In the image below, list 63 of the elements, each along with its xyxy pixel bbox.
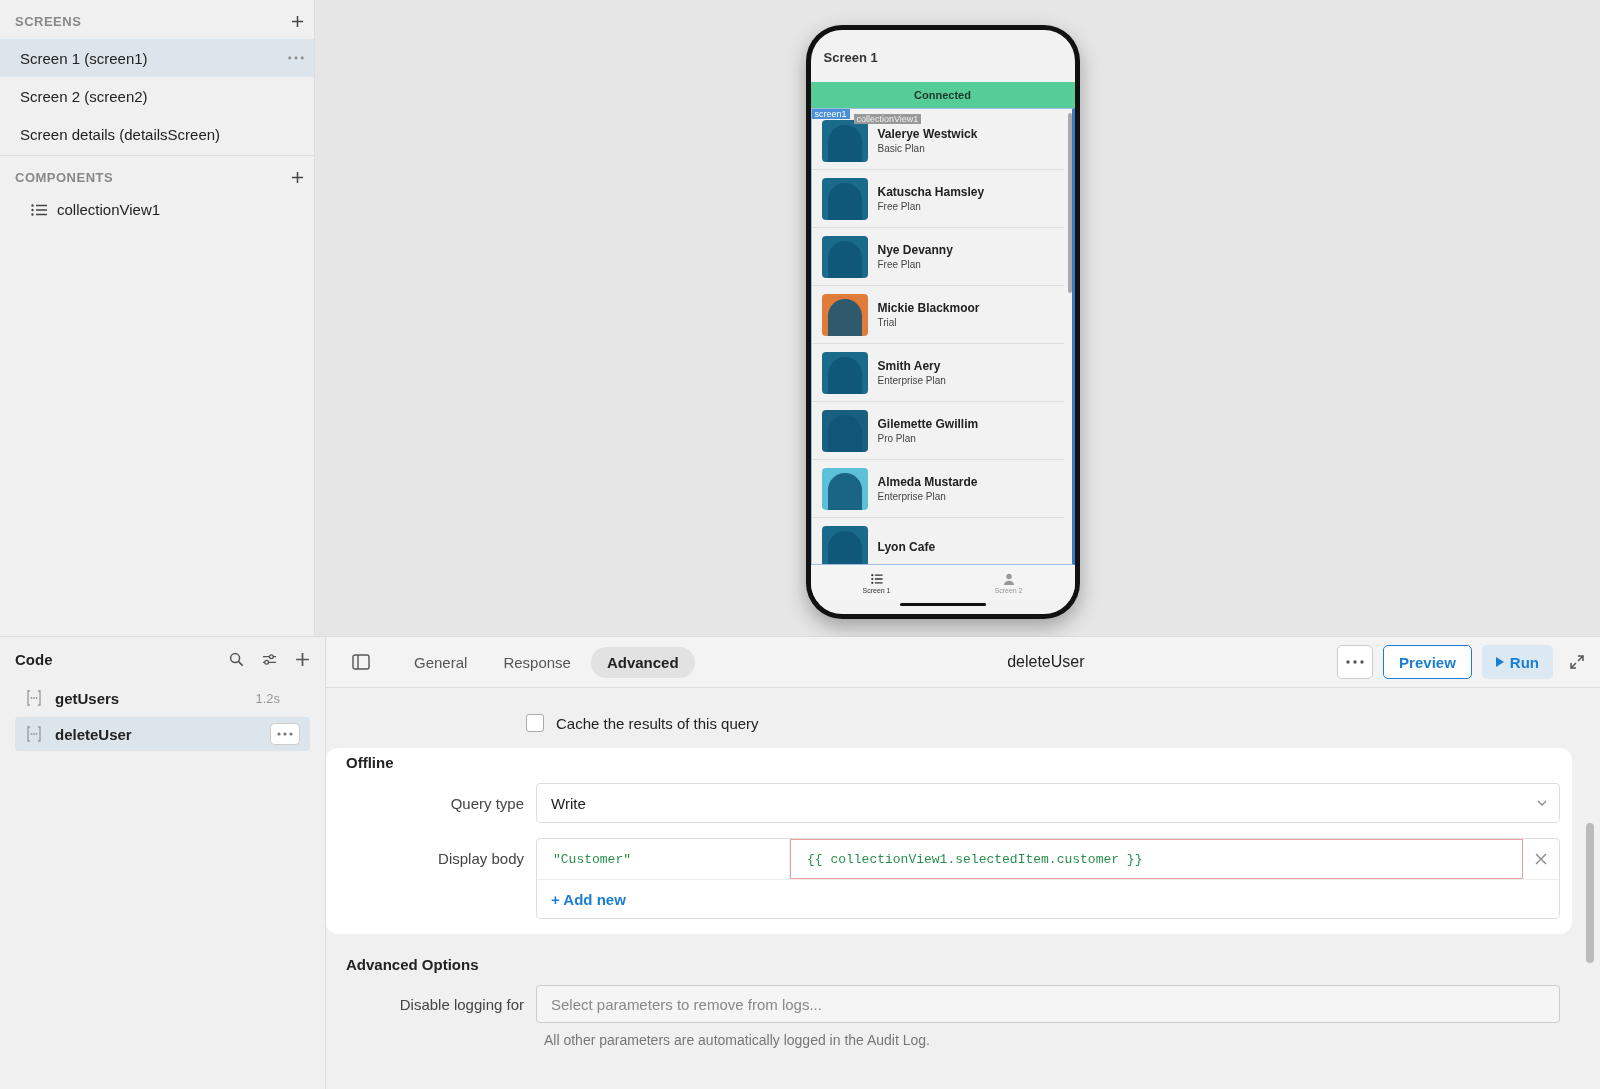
section-title: COMPONENTS: [15, 170, 114, 185]
user-plan: Free Plan: [877, 201, 922, 212]
field-label: Disable logging for: [398, 995, 525, 1013]
add-icon[interactable]: [291, 15, 304, 28]
add-icon[interactable]: [291, 171, 304, 184]
status-banner: Connected: [810, 82, 1075, 108]
screen-item[interactable]: Screen 1 (screen1): [0, 39, 314, 77]
person-icon: [1002, 572, 1015, 585]
query-title: deleteUser: [1006, 653, 1086, 671]
filter-icon[interactable]: [262, 651, 277, 667]
section-title: SCREENS: [15, 14, 82, 29]
query-item[interactable]: deleteUser: [15, 717, 310, 751]
add-new-link[interactable]: + Add new: [551, 890, 626, 908]
field-label: Display body: [437, 849, 525, 867]
user-plan: Enterprise Plan: [877, 491, 947, 502]
value-field[interactable]: {{ collectionView1.selectedItem.customer }}: [790, 839, 1523, 879]
screen-item[interactable]: Screen 2 (screen2): [0, 77, 314, 115]
screen-item[interactable]: Screen details (detailsScreen): [0, 115, 314, 153]
add-icon[interactable]: [295, 651, 310, 667]
panel-title: Code: [15, 650, 53, 668]
query-icon: [25, 726, 43, 742]
sidebar-toggle-icon[interactable]: [352, 654, 370, 670]
list-icon: [870, 572, 883, 585]
user-plan: Enterprise Plan: [877, 375, 946, 386]
query-type-select[interactable]: Write: [536, 783, 1560, 823]
screen-header: Screen 1: [822, 48, 879, 67]
user-name: Valerye Westwick: [877, 127, 978, 141]
section-title: Advanced Options: [346, 956, 480, 975]
key-field[interactable]: "Customer": [537, 839, 790, 879]
section-title: Offline: [346, 754, 395, 773]
user-plan: Basic Plan: [877, 143, 926, 154]
user-plan: Free Plan: [877, 259, 922, 270]
expand-icon[interactable]: [1569, 654, 1585, 670]
list-icon: [31, 203, 47, 216]
user-name: Almeda Mustarde: [877, 475, 978, 489]
user-plan: Pro Plan: [877, 433, 917, 444]
screen-tag: screen1: [811, 109, 850, 119]
user-name: Katuscha Hamsley: [877, 185, 985, 199]
close-icon[interactable]: [1535, 853, 1547, 865]
editor-tab[interactable]: Response: [487, 646, 587, 678]
user-name: Smith Aery: [877, 359, 942, 373]
logging-field[interactable]: Select parameters to remove from logs...: [536, 985, 1560, 1023]
component-tag: collectionView1: [853, 114, 922, 124]
component-item[interactable]: collectionView1: [57, 201, 161, 218]
play-icon: [1495, 657, 1504, 667]
search-icon[interactable]: [229, 651, 244, 667]
more-icon[interactable]: [288, 56, 304, 60]
user-name: Nye Devanny: [877, 243, 953, 257]
user-name: Gilemette Gwillim: [877, 417, 979, 431]
editor-tab[interactable]: General: [398, 646, 484, 678]
checkbox-label: Cache the results of this query: [556, 714, 759, 732]
user-name: Mickie Blackmoor: [877, 301, 980, 315]
help-text: All other parameters are automatically logged in the Audit Log.: [543, 1032, 931, 1048]
chevron-down-icon: [1537, 800, 1547, 806]
preview-button[interactable]: Preview: [1383, 645, 1472, 679]
checkbox[interactable]: [526, 714, 544, 732]
query-item[interactable]: getUsers 1.2s: [15, 681, 310, 715]
field-label: Query type: [449, 794, 525, 812]
editor-tab[interactable]: Advanced: [590, 646, 695, 678]
user-name: Lyon Cafe: [877, 539, 936, 554]
user-plan: Trial: [877, 317, 898, 328]
query-icon: [25, 690, 43, 706]
more-icon: [1346, 660, 1365, 664]
